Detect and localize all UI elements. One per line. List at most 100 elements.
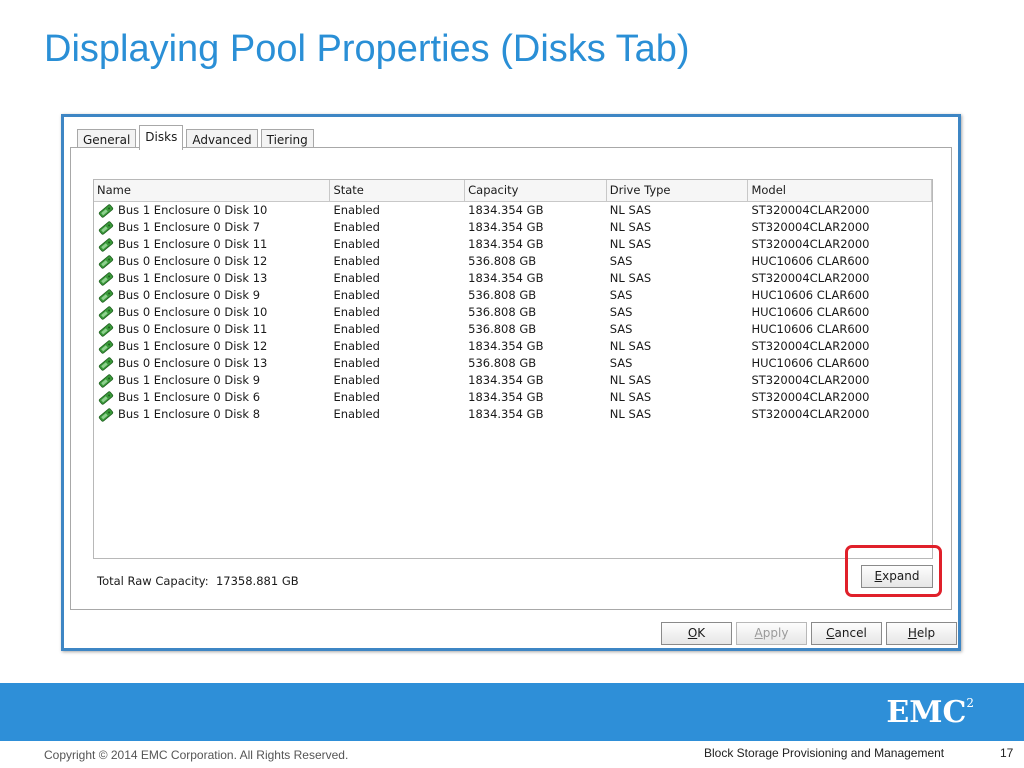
table-cell-drive-type: NL SAS [609, 390, 652, 404]
disk-icon [97, 203, 115, 218]
table-cell-name: Bus 1 Enclosure 0 Disk 11 [94, 236, 330, 253]
table-cell-name: Bus 1 Enclosure 0 Disk 8 [94, 406, 330, 423]
table-cell-capacity: 536.808 GB [468, 322, 537, 336]
table-row[interactable]: Bus 1 Enclosure 0 Disk 13 Enabled 1834.354… [94, 270, 932, 287]
disk-name: Bus 1 Enclosure 0 Disk 7 [118, 220, 261, 234]
disk-icon [97, 390, 115, 405]
table-cell-model: HUC10606 CLAR600 [751, 254, 870, 268]
disk-name: Bus 1 Enclosure 0 Disk 12 [118, 339, 268, 353]
disk-icon [97, 288, 115, 303]
table-cell-name: Bus 0 Enclosure 0 Disk 9 [94, 287, 330, 304]
table-row[interactable]: Bus 1 Enclosure 0 Disk 12 Enabled 1834.354… [94, 338, 932, 355]
disk-name: Bus 0 Enclosure 0 Disk 13 [118, 356, 268, 370]
table-row[interactable]: Bus 1 Enclosure 0 Disk 6 Enabled 1834.354 … [94, 389, 932, 406]
table-cell-capacity: 1834.354 GB [468, 271, 544, 285]
table-row[interactable]: Bus 0 Enclosure 0 Disk 10 Enabled 536.808 … [94, 304, 932, 321]
table-cell-model: ST320004CLAR2000 [751, 407, 870, 421]
column-header-drive-type[interactable]: Drive Type [607, 180, 749, 201]
disk-name: Bus 1 Enclosure 0 Disk 9 [118, 373, 261, 387]
table-cell-state: Enabled [333, 373, 380, 387]
table-cell-model: ST320004CLAR2000 [751, 237, 870, 251]
table-cell-capacity: 536.808 GB [468, 305, 537, 319]
table-cell-capacity: 1834.354 GB [468, 203, 544, 217]
disk-icon [97, 220, 115, 235]
table-cell-model: ST320004CLAR2000 [751, 271, 870, 285]
table-cell-drive-type: NL SAS [609, 339, 652, 353]
disk-name: Bus 1 Enclosure 0 Disk 6 [118, 390, 261, 404]
table-row[interactable]: Bus 1 Enclosure 0 Disk 11 Enabled 1834.354… [94, 236, 932, 253]
table-cell-model: HUC10606 CLAR600 [751, 322, 870, 336]
apply-button[interactable]: Apply [736, 622, 807, 645]
table-cell-capacity: 536.808 GB [468, 288, 537, 302]
disk-name: Bus 0 Enclosure 0 Disk 9 [118, 288, 261, 302]
table-cell-drive-type: SAS [609, 305, 633, 319]
table-row[interactable]: Bus 0 Enclosure 0 Disk 13 Enabled 536.808 … [94, 355, 932, 372]
table-row[interactable]: Bus 0 Enclosure 0 Disk 11 Enabled 536.808 … [94, 321, 932, 338]
table-cell-name: Bus 0 Enclosure 0 Disk 10 [94, 304, 330, 321]
table-cell-name: Bus 1 Enclosure 0 Disk 6 [94, 389, 330, 406]
table-cell-drive-type: NL SAS [609, 407, 652, 421]
disk-icon [97, 305, 115, 320]
table-cell-state: Enabled [333, 305, 380, 319]
table-cell-state: Enabled [333, 271, 380, 285]
disk-icon [97, 237, 115, 252]
table-row[interactable]: Bus 0 Enclosure 0 Disk 9 Enabled 536.808 G… [94, 287, 932, 304]
ok-button[interactable]: OK [661, 622, 732, 645]
tab-advanced[interactable]: Advanced [186, 129, 258, 149]
disk-icon [97, 407, 115, 422]
table-cell-drive-type: SAS [609, 356, 633, 370]
disk-name: Bus 0 Enclosure 0 Disk 10 [118, 305, 268, 319]
table-cell-capacity: 1834.354 GB [468, 407, 544, 421]
copyright-text: Copyright © 2014 EMC Corporation. All Ri… [44, 748, 349, 762]
column-header-capacity[interactable]: Capacity [465, 180, 607, 201]
column-header-name[interactable]: Name [94, 180, 331, 201]
disk-name: Bus 1 Enclosure 0 Disk 8 [118, 407, 261, 421]
table-cell-drive-type: SAS [609, 288, 633, 302]
table-header: Name State Capacity Drive Type Model [94, 180, 932, 202]
tab-disks[interactable]: Disks [139, 125, 184, 150]
help-button[interactable]: Help [886, 622, 957, 645]
disk-icon [97, 373, 115, 388]
table-cell-name: Bus 1 Enclosure 0 Disk 13 [94, 270, 330, 287]
tab-general[interactable]: General [77, 129, 137, 149]
disk-icon [97, 322, 115, 337]
table-cell-state: Enabled [333, 390, 380, 404]
tab-tiering[interactable]: Tiering [260, 129, 314, 149]
table-row[interactable]: Bus 0 Enclosure 0 Disk 12 Enabled 536.808 … [94, 253, 932, 270]
disk-name: Bus 1 Enclosure 0 Disk 11 [118, 237, 268, 251]
table-cell-drive-type: NL SAS [609, 203, 652, 217]
emc-logo: EMC2 [886, 695, 974, 730]
pool-properties-dialog: General Disks Advanced Tiering Name Stat… [61, 114, 961, 651]
table-cell-name: Bus 1 Enclosure 0 Disk 10 [94, 202, 330, 219]
table-cell-drive-type: SAS [609, 254, 633, 268]
column-header-state[interactable]: State [330, 180, 466, 201]
table-cell-state: Enabled [333, 203, 380, 217]
table-cell-capacity: 1834.354 GB [468, 237, 544, 251]
table-cell-model: ST320004CLAR2000 [751, 390, 870, 404]
cancel-button[interactable]: Cancel [811, 622, 882, 645]
column-header-model[interactable]: Model [748, 180, 932, 201]
disk-icon [97, 271, 115, 286]
table-cell-model: ST320004CLAR2000 [751, 203, 870, 217]
disk-icon [97, 254, 115, 269]
table-row[interactable]: Bus 1 Enclosure 0 Disk 10 Enabled 1834.354… [94, 202, 932, 219]
total-raw-capacity-label: Total Raw Capacity: [97, 574, 209, 588]
disk-name: Bus 1 Enclosure 0 Disk 10 [118, 203, 268, 217]
table-cell-drive-type: SAS [609, 322, 633, 336]
table-cell-name: Bus 0 Enclosure 0 Disk 12 [94, 253, 330, 270]
table-row[interactable]: Bus 1 Enclosure 0 Disk 9 Enabled 1834.354 … [94, 372, 932, 389]
table-cell-state: Enabled [333, 356, 380, 370]
table-cell-capacity: 1834.354 GB [468, 373, 544, 387]
table-cell-model: ST320004CLAR2000 [751, 339, 870, 353]
table-row[interactable]: Bus 1 Enclosure 0 Disk 7 Enabled 1834.354 … [94, 219, 932, 236]
slide-title: Displaying Pool Properties (Disks Tab) [44, 28, 690, 70]
table-cell-capacity: 1834.354 GB [468, 220, 544, 234]
table-cell-name: Bus 0 Enclosure 0 Disk 11 [94, 321, 330, 338]
table-row[interactable]: Bus 1 Enclosure 0 Disk 8 Enabled 1834.354 … [94, 406, 932, 423]
table-cell-name: Bus 1 Enclosure 0 Disk 7 [94, 219, 330, 236]
disk-icon [97, 339, 115, 354]
table-cell-state: Enabled [333, 339, 380, 353]
total-raw-capacity-value: 17358.881 GB [215, 574, 299, 588]
footer-bar: EMC2 [0, 683, 1024, 741]
disks-table[interactable]: Name State Capacity Drive Type Model Bus… [93, 179, 933, 559]
